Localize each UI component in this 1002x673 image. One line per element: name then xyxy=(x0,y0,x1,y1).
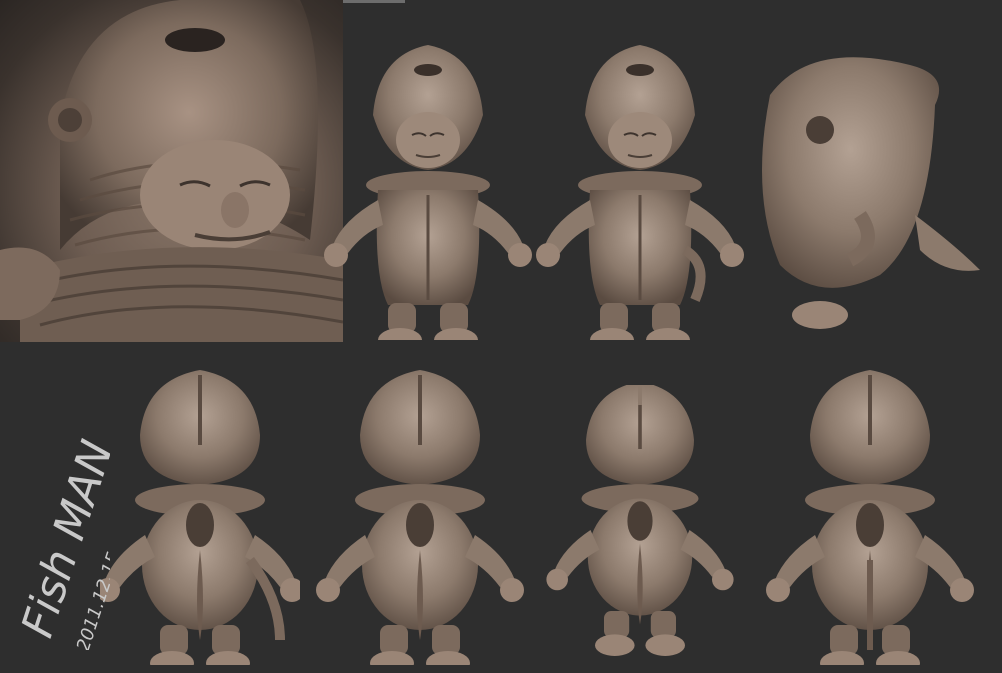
front-view-render xyxy=(322,43,534,340)
back-view-render xyxy=(314,368,526,665)
side-view-render xyxy=(762,57,980,329)
back-alt-view-render xyxy=(764,368,976,665)
three-quarter-back-view-render xyxy=(100,368,300,665)
closeup-face-render xyxy=(0,0,343,342)
three-quarter-front-view-render xyxy=(535,43,745,340)
top-back-view-render xyxy=(544,385,736,658)
artist-signature: Fish MAN 2011.12.15 xyxy=(0,350,125,654)
